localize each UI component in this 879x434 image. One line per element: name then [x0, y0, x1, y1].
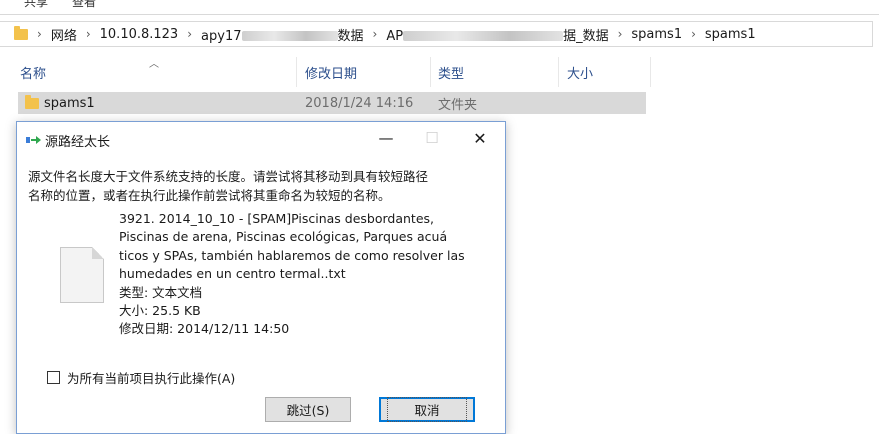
- text-document-icon: [60, 247, 104, 303]
- close-button[interactable]: ✕: [457, 126, 503, 150]
- breadcrumb-spams1-parent[interactable]: spams1: [627, 27, 686, 42]
- breadcrumb-spams1[interactable]: spams1: [701, 27, 760, 42]
- dialog-message-line: 源文件名长度大于文件系统支持的长度。请尝试将其移动到具有较短路径: [28, 169, 429, 184]
- cancel-button[interactable]: 取消: [379, 397, 475, 422]
- file-date: 2018/1/24 14:16: [305, 95, 414, 111]
- apply-to-all-checkbox[interactable]: [47, 371, 60, 384]
- chevron-right-icon[interactable]: ›: [182, 27, 197, 41]
- breadcrumb-folder-2-suffix: 据_数据: [563, 28, 609, 44]
- path-too-long-dialog: 源路经太长 — ☐ ✕ 源文件名长度大于文件系统支持的长度。请尝试将其移动到具有…: [16, 121, 506, 434]
- breadcrumb-network[interactable]: 网络: [47, 25, 81, 44]
- column-separator[interactable]: [296, 57, 297, 87]
- maximize-button: ☐: [425, 129, 439, 147]
- skip-button[interactable]: 跳过(S): [265, 397, 351, 422]
- breadcrumb-folder-2-label: AP: [386, 28, 404, 44]
- file-row[interactable]: spams1 2018/1/24 14:16 文件夹: [18, 92, 646, 114]
- cancel-button-label: 取消: [387, 397, 467, 422]
- folder-icon: [25, 94, 39, 109]
- chevron-right-icon[interactable]: ›: [368, 27, 383, 41]
- chevron-right-icon[interactable]: ›: [686, 27, 701, 41]
- breadcrumb-folder-1-suffix: 数据: [337, 28, 364, 44]
- chevron-right-icon[interactable]: ›: [81, 27, 96, 41]
- file-info: 3921. 2014_10_10 - [SPAM]Piscinas desbor…: [119, 210, 493, 339]
- file-name-line: ticos y SPAs, también hablaremos de como…: [119, 247, 465, 263]
- file-name-line: Piscinas de arena, Piscinas ecológicas, …: [119, 229, 448, 245]
- address-bar[interactable]: › 网络 › 10.10.8.123 › apy17 数据 › AP 据_数据 › …: [0, 21, 873, 47]
- breadcrumb-folder-2[interactable]: AP 据_数据: [382, 25, 612, 44]
- file-name-line: humedades en un centro termal..txt: [119, 266, 346, 282]
- column-separator[interactable]: [558, 57, 559, 87]
- file-name: spams1: [44, 95, 95, 111]
- column-header-date[interactable]: 修改日期: [305, 57, 357, 87]
- dialog-message-line: 名称的位置，或者在执行此操作前尝试将其重命名为较短的名称。: [28, 188, 391, 203]
- dialog-message: 源文件名长度大于文件系统支持的长度。请尝试将其移动到具有较短路径 名称的位置，或…: [28, 167, 498, 205]
- breadcrumb-folder-1-label: apy17: [201, 28, 242, 44]
- column-separator[interactable]: [650, 57, 651, 87]
- folder-icon: [14, 25, 28, 40]
- redacted-text: [241, 31, 338, 41]
- chevron-right-icon[interactable]: ›: [613, 27, 628, 41]
- column-header-name[interactable]: 名称: [20, 57, 46, 87]
- chevron-right-icon[interactable]: ›: [32, 27, 47, 41]
- ribbon-divider: [0, 14, 879, 15]
- sort-ascending-icon: ︿: [149, 59, 159, 70]
- minimize-button[interactable]: —: [363, 126, 409, 150]
- file-type: 文件夹: [438, 97, 478, 113]
- file-date-line: 修改日期: 2014/12/11 14:50: [119, 321, 290, 337]
- column-header-size[interactable]: 大小: [567, 57, 593, 87]
- ribbon-tab-view[interactable]: 查看: [72, 0, 96, 10]
- breadcrumb-folder-1[interactable]: apy17 数据: [197, 25, 367, 44]
- move-file-icon: [26, 135, 42, 145]
- column-separator[interactable]: [430, 57, 431, 87]
- file-name-line: 3921. 2014_10_10 - [SPAM]Piscinas desbor…: [119, 211, 434, 226]
- ribbon-tab-share[interactable]: 共享: [24, 0, 48, 10]
- breadcrumb-host[interactable]: 10.10.8.123: [96, 27, 183, 42]
- ribbon-tabs: 共享 查看: [0, 0, 879, 14]
- file-size-line: 大小: 25.5 KB: [119, 303, 201, 319]
- apply-to-all-label[interactable]: 为所有当前项目执行此操作(A): [67, 368, 235, 387]
- dialog-title: 源路经太长: [45, 135, 111, 150]
- column-header-type[interactable]: 类型: [438, 57, 464, 87]
- apply-to-all-checkbox-row[interactable]: 为所有当前项目执行此操作(A): [47, 368, 235, 387]
- file-type-line: 类型: 文本文档: [119, 284, 203, 300]
- redacted-text: [403, 31, 564, 41]
